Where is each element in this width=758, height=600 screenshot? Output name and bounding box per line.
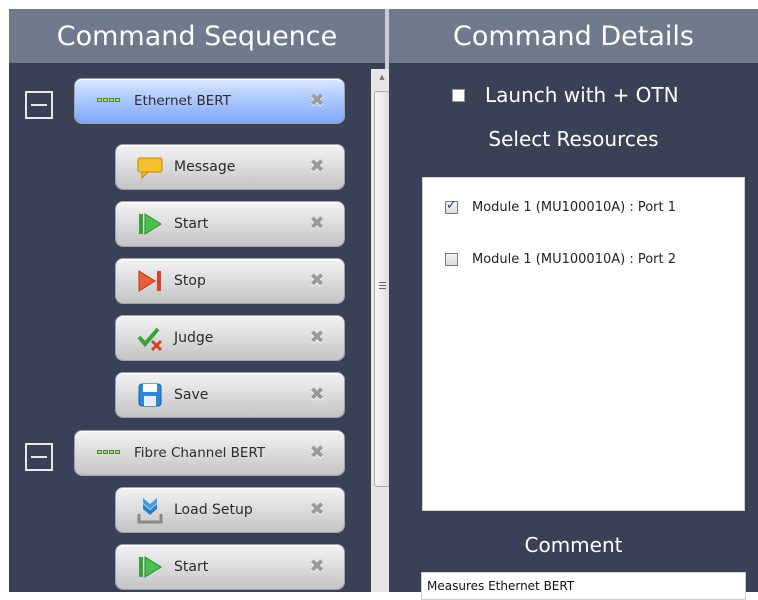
start-icon [139, 556, 162, 578]
sequence-item-load-setup[interactable]: Load Setup ✖ [116, 488, 344, 532]
item-label: Load Setup [174, 502, 253, 518]
resources-list: Module 1 (MU100010A) : Port 1 Module 1 (… [422, 177, 745, 511]
delete-icon[interactable]: ✖ [308, 386, 326, 404]
delete-icon[interactable]: ✖ [308, 501, 326, 519]
delete-icon[interactable]: ✖ [308, 329, 326, 347]
command-details-header: Command Details [389, 9, 758, 63]
launch-with-otn-option[interactable]: Launch with + OTN [452, 83, 679, 107]
select-resources-title: Select Resources [488, 127, 659, 151]
message-icon [137, 157, 163, 180]
resource-checkbox[interactable] [445, 253, 458, 266]
sequence-item-start[interactable]: Start ✖ [116, 545, 344, 589]
sequence-item-start[interactable]: Start ✖ [116, 202, 344, 246]
item-label: Start [174, 559, 209, 575]
comment-title: Comment [524, 533, 623, 557]
resource-label: Module 1 (MU100010A) : Port 1 [472, 200, 677, 215]
sequence-item-stop[interactable]: Stop ✖ [116, 259, 344, 303]
comment-input[interactable]: Measures Ethernet BERT [421, 572, 746, 600]
resource-item-port-1[interactable]: Module 1 (MU100010A) : Port 1 [445, 198, 677, 215]
delete-icon[interactable]: ✖ [308, 92, 326, 110]
judge-icon [137, 327, 163, 352]
delete-icon[interactable]: ✖ [308, 444, 326, 462]
item-label: Stop [174, 273, 206, 289]
sequence-item-message[interactable]: Message ✖ [116, 145, 344, 189]
launch-with-otn-label: Launch with + OTN [485, 83, 679, 107]
launch-with-otn-checkbox[interactable] [452, 88, 465, 102]
collapse-ethernet-bert-toggle[interactable] [25, 91, 53, 119]
item-label: Message [174, 159, 236, 175]
resource-label: Module 1 (MU100010A) : Port 2 [472, 252, 677, 267]
resource-checkbox[interactable] [445, 198, 458, 214]
save-icon [138, 383, 162, 407]
group-label: Ethernet BERT [134, 93, 231, 109]
collapse-fibre-channel-bert-toggle[interactable] [25, 443, 53, 471]
grip-icon [379, 282, 386, 291]
start-icon [139, 213, 162, 235]
module-dots-icon [97, 98, 120, 102]
item-label: Start [174, 216, 209, 232]
sequence-item-judge[interactable]: Judge ✖ [116, 316, 344, 360]
sequence-group-ethernet-bert[interactable]: Ethernet BERT ✖ [75, 79, 344, 123]
app-window: Command Sequence Command Details Etherne… [9, 9, 758, 600]
command-details-pane: Launch with + OTN Select Resources Modul… [389, 63, 758, 600]
load-setup-icon [137, 498, 163, 524]
delete-icon[interactable]: ✖ [308, 272, 326, 290]
stop-icon [138, 270, 161, 292]
sequence-group-fibre-channel-bert[interactable]: Fibre Channel BERT ✖ [75, 431, 344, 475]
delete-icon[interactable]: ✖ [308, 558, 326, 576]
group-label: Fibre Channel BERT [134, 445, 266, 461]
command-sequence-header: Command Sequence [9, 9, 385, 63]
delete-icon[interactable]: ✖ [308, 158, 326, 176]
resource-item-port-2[interactable]: Module 1 (MU100010A) : Port 2 [445, 252, 676, 267]
item-label: Judge [174, 330, 214, 346]
scrollbar-thumb[interactable] [374, 91, 390, 487]
sequence-item-save[interactable]: Save ✖ [116, 373, 344, 417]
command-sequence-pane: Ethernet BERT ✖ Message ✖ Start ✖ Stop ✖… [9, 63, 385, 592]
delete-icon[interactable]: ✖ [308, 215, 326, 233]
module-dots-icon [97, 450, 120, 454]
item-label: Save [174, 387, 209, 403]
